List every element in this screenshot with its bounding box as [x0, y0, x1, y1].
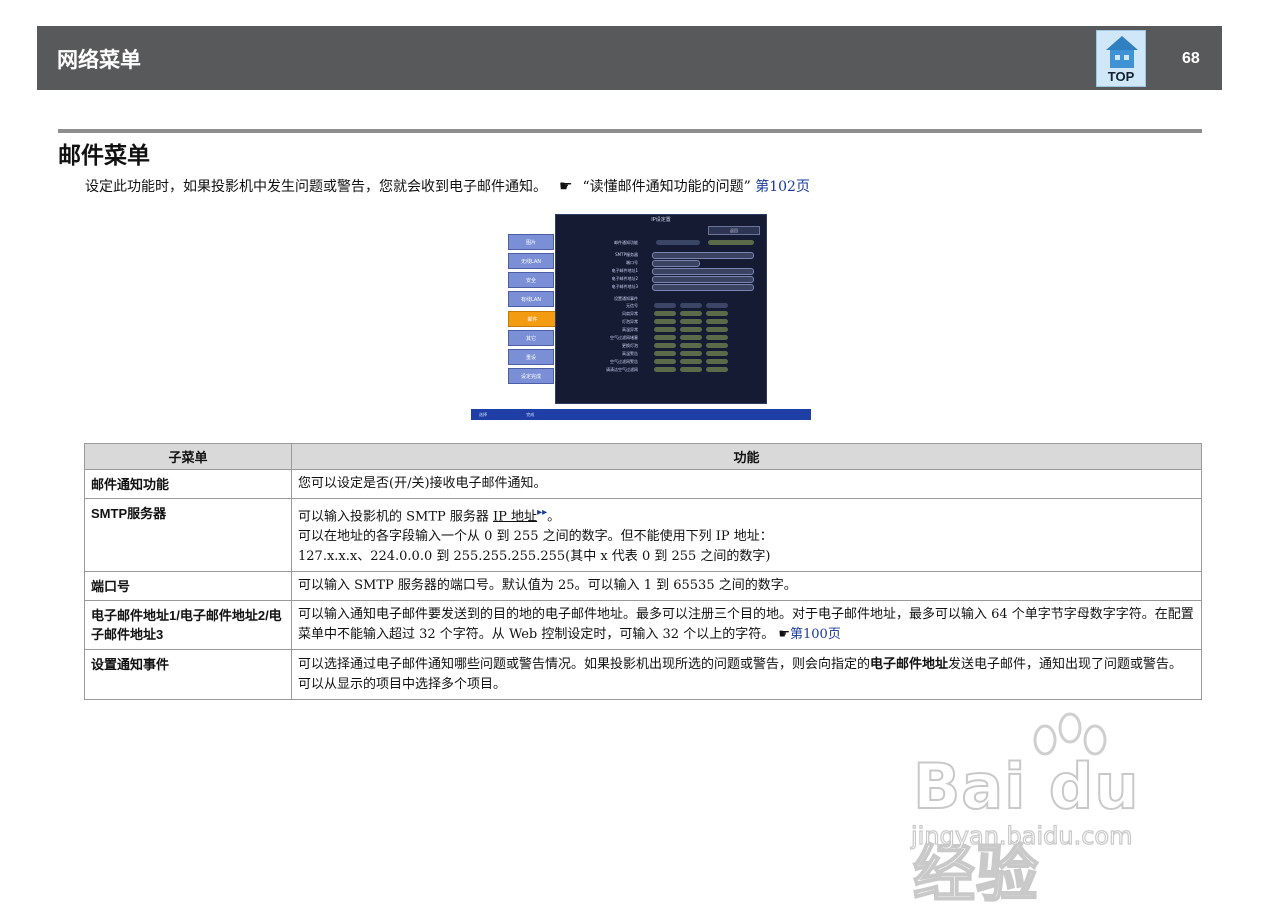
menu-row: 高温警告 — [556, 351, 766, 357]
side-item-reset: 重设 — [508, 349, 554, 365]
side-item-mail: 邮件 — [508, 311, 557, 327]
menu-row: 空气过滤网警告 — [556, 359, 766, 365]
submenu-name: SMTP服务器 — [84, 497, 292, 573]
side-item-wireless-lan: 无线LAN — [508, 253, 554, 269]
table-row: 设置通知事件 可以选择通过电子邮件通知哪些问题或警告情况。如果投影机出现所选的问… — [84, 649, 1202, 701]
side-item-setup-complete: 设定完成 — [508, 368, 554, 384]
status-select-label: 选择 — [479, 412, 487, 417]
section-title: 邮件菜单 — [58, 143, 150, 169]
home-icon — [1106, 36, 1138, 68]
side-item-picture: 图片 — [508, 234, 554, 250]
menu-row: 请清洁空气过滤网 — [556, 367, 766, 373]
menu-row: 设置通知事件 — [614, 296, 638, 301]
intro-page-link[interactable]: 第102页 — [755, 179, 810, 195]
menu-sidebar: 图片 无线LAN 安全 有线LAN 邮件 其它 重设 设定完成 — [508, 234, 557, 388]
submenu-description: 可以输入投影机的 SMTP 服务器 IP 地址▸▸。 可以在地址的各字段输入一个… — [291, 497, 1202, 573]
menu-row: 灯泡异常 — [556, 319, 766, 325]
submenu-name: 设置通知事件 — [84, 649, 292, 701]
ip-address-glossary-link[interactable]: IP 地址 — [493, 509, 537, 524]
column-header-submenu: 子菜单 — [84, 443, 292, 470]
menu-row: 电子邮件地址1 — [556, 268, 766, 275]
menu-panel-title: IP设定置 — [651, 217, 671, 223]
table-row: SMTP服务器 可以输入投影机的 SMTP 服务器 IP 地址▸▸。 可以在地址… — [84, 497, 1202, 573]
table-row: 端口号 可以输入 SMTP 服务器的端口号。默认值为 25。可以输入 1 到 6… — [84, 571, 1202, 602]
menu-row: 电子邮件地址3 — [556, 284, 766, 291]
table-row: 邮件通知功能 您可以设定是否(开/关)接收电子邮件通知。 — [84, 469, 1202, 499]
top-label: TOP — [1107, 69, 1135, 84]
submenu-name: 端口号 — [84, 571, 292, 602]
projector-menu-screenshot: 图片 无线LAN 安全 有线LAN 邮件 其它 重设 设定完成 IP设定置 返回… — [471, 214, 811, 420]
side-item-wired-lan: 有线LAN — [508, 291, 554, 307]
menu-row: 高温异常 — [556, 327, 766, 333]
menu-row: 邮件通知功能 — [556, 240, 766, 246]
submenu-description: 可以输入 SMTP 服务器的端口号。默认值为 25。可以输入 1 到 65535… — [291, 571, 1202, 602]
glossary-arrow-icon: ▸▸ — [537, 507, 548, 518]
baidu-jingyan-watermark: Bai du 经验 jingyan.baidu.com — [905, 710, 1205, 911]
pointing-hand-icon: ☛ — [778, 627, 790, 643]
watermark-url: jingyan.baidu.com — [910, 821, 1133, 850]
page-number: 68 — [1182, 50, 1200, 67]
page-100-link[interactable]: 第100页 — [790, 627, 841, 642]
status-done-label: 完成 — [526, 412, 535, 417]
submenu-description: 您可以设定是否(开/关)接收电子邮件通知。 — [291, 469, 1202, 499]
submenu-name: 邮件通知功能 — [84, 469, 292, 499]
submenu-table: 子菜单 功能 邮件通知功能 您可以设定是否(开/关)接收电子邮件通知。 SMTP… — [84, 443, 1202, 701]
menu-panel: IP设定置 返回 邮件通知功能 SMTP服务器 端口号 电子邮件地址1 电子邮件… — [555, 214, 767, 404]
page-header: 网络菜单 TOP 68 — [37, 26, 1222, 90]
side-item-security: 安全 — [508, 272, 554, 288]
menu-row: 无信号 — [556, 303, 766, 309]
menu-status-bar: 选择 完成 — [471, 409, 811, 420]
table-row: 电子邮件地址1/电子邮件地址2/电子邮件地址3 可以输入通知电子邮件要发送到的目… — [84, 600, 1202, 651]
column-header-function: 功能 — [291, 443, 1202, 470]
table-header-row: 子菜单 功能 — [84, 443, 1202, 470]
menu-row: 端口号 — [556, 260, 766, 267]
intro-text: 设定此功能时，如果投影机中发生问题或警告，您就会收到电子邮件通知。 — [85, 179, 547, 195]
menu-return-button: 返回 — [708, 226, 760, 235]
submenu-name: 电子邮件地址1/电子邮件地址2/电子邮件地址3 — [84, 600, 292, 651]
submenu-description: 可以输入通知电子邮件要发送到的目的地的电子邮件地址。最多可以注册三个目的地。对于… — [291, 600, 1202, 651]
menu-row: 空气过滤网堵塞 — [556, 335, 766, 341]
header-title: 网络菜单 — [57, 48, 141, 72]
submenu-description: 可以选择通过电子邮件通知哪些问题或警告情况。如果投影机出现所选的问题或警告，则会… — [291, 649, 1202, 701]
pointing-hand-icon: ☛ — [559, 177, 573, 195]
menu-row: 更换灯泡 — [556, 343, 766, 349]
menu-row: SMTP服务器 — [556, 252, 766, 259]
menu-row: 电子邮件地址2 — [556, 276, 766, 283]
side-item-other: 其它 — [508, 330, 554, 346]
section-rule — [58, 129, 1202, 133]
top-button[interactable]: TOP — [1096, 30, 1146, 87]
menu-row: 风扇异常 — [556, 311, 766, 317]
intro-reference: “读懂邮件通知功能的问题” — [582, 179, 751, 195]
intro-paragraph: 设定此功能时，如果投影机中发生问题或警告，您就会收到电子邮件通知。 ☛ “读懂邮件通… — [85, 176, 810, 196]
